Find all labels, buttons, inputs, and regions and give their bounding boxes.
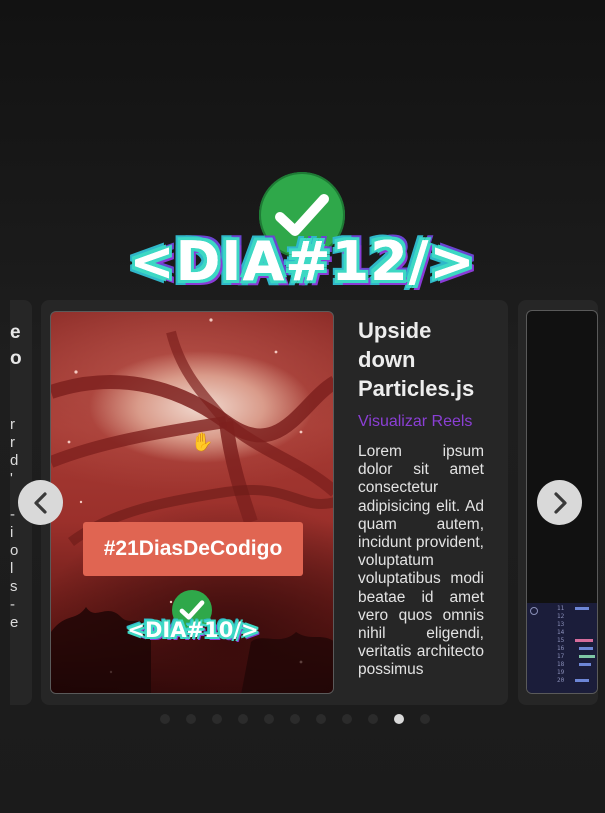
reel-title: Upside down Particles.js (358, 318, 475, 401)
pagination-dot[interactable] (420, 714, 430, 724)
previous-card-fragment: e (10, 322, 21, 343)
line-number: 17 (557, 653, 565, 660)
thumbnail-day-title: <DIA#10/> (127, 618, 259, 642)
previous-card-text: l (10, 560, 14, 577)
line-number: 16 (557, 645, 565, 652)
pagination-dot[interactable] (290, 714, 300, 724)
previous-card-text: o (10, 542, 19, 559)
reel-thumbnail[interactable]: ✋ #21DiasDeCodigo <DIA#10/> (50, 311, 334, 694)
hashtag-banner: #21DiasDeCodigo (83, 522, 303, 576)
previous-card-text: r (10, 434, 15, 451)
pagination-dot-active[interactable] (394, 714, 404, 724)
code-line (575, 639, 593, 642)
line-number: 11 (557, 605, 565, 612)
day-title: <DIA#12/> (129, 230, 476, 293)
view-reels-link[interactable]: Visualizar Reels (358, 413, 484, 431)
previous-card-text: i (10, 524, 14, 541)
carousel-pagination (160, 714, 430, 724)
previous-card-text: - (10, 596, 15, 613)
line-number: 18 (557, 661, 565, 668)
chevron-left-icon (33, 491, 47, 514)
code-editor-preview: 11 12 13 14 15 16 17 18 19 20 (527, 603, 597, 693)
pagination-dot[interactable] (316, 714, 326, 724)
code-line (579, 647, 593, 650)
pagination-dot[interactable] (212, 714, 222, 724)
line-number: 12 (557, 613, 565, 620)
previous-card-text: r (10, 416, 15, 433)
code-line (579, 663, 591, 666)
previous-card-text: s (10, 578, 18, 595)
previous-card-text: - (10, 506, 15, 523)
code-line (575, 679, 589, 682)
chevron-right-icon (553, 491, 567, 514)
hand-cursor-icon: ✋ (191, 432, 214, 452)
play-icon (530, 607, 538, 615)
previous-card-text: e (10, 614, 19, 631)
previous-card-text: d (10, 452, 19, 469)
pagination-dot[interactable] (186, 714, 196, 724)
reel-description: Lorem ipsum dolor sit amet consectetur a… (358, 443, 484, 679)
carousel-prev-button[interactable] (18, 480, 63, 525)
reel-card: ✋ #21DiasDeCodigo <DIA#10/> Upside down … (41, 300, 508, 705)
pagination-dot[interactable] (238, 714, 248, 724)
line-number: 19 (557, 669, 565, 676)
line-number: 15 (557, 637, 565, 644)
previous-card-fragment: o (10, 348, 22, 369)
carousel-next-button[interactable] (537, 480, 582, 525)
reels-carousel: e o r r d ' - i o l s - e ✋ #21DiasDeCod… (0, 300, 605, 705)
pagination-dot[interactable] (264, 714, 274, 724)
pagination-dot[interactable] (160, 714, 170, 724)
line-number: 14 (557, 629, 565, 636)
pagination-dot[interactable] (368, 714, 378, 724)
previous-card-text: ' (10, 470, 13, 487)
code-line (575, 607, 589, 610)
line-number: 13 (557, 621, 565, 628)
code-line (579, 655, 595, 658)
pagination-dot[interactable] (342, 714, 352, 724)
line-number: 20 (557, 677, 565, 684)
reel-card-body: Upside down Particles.js Visualizar Reel… (358, 316, 484, 696)
